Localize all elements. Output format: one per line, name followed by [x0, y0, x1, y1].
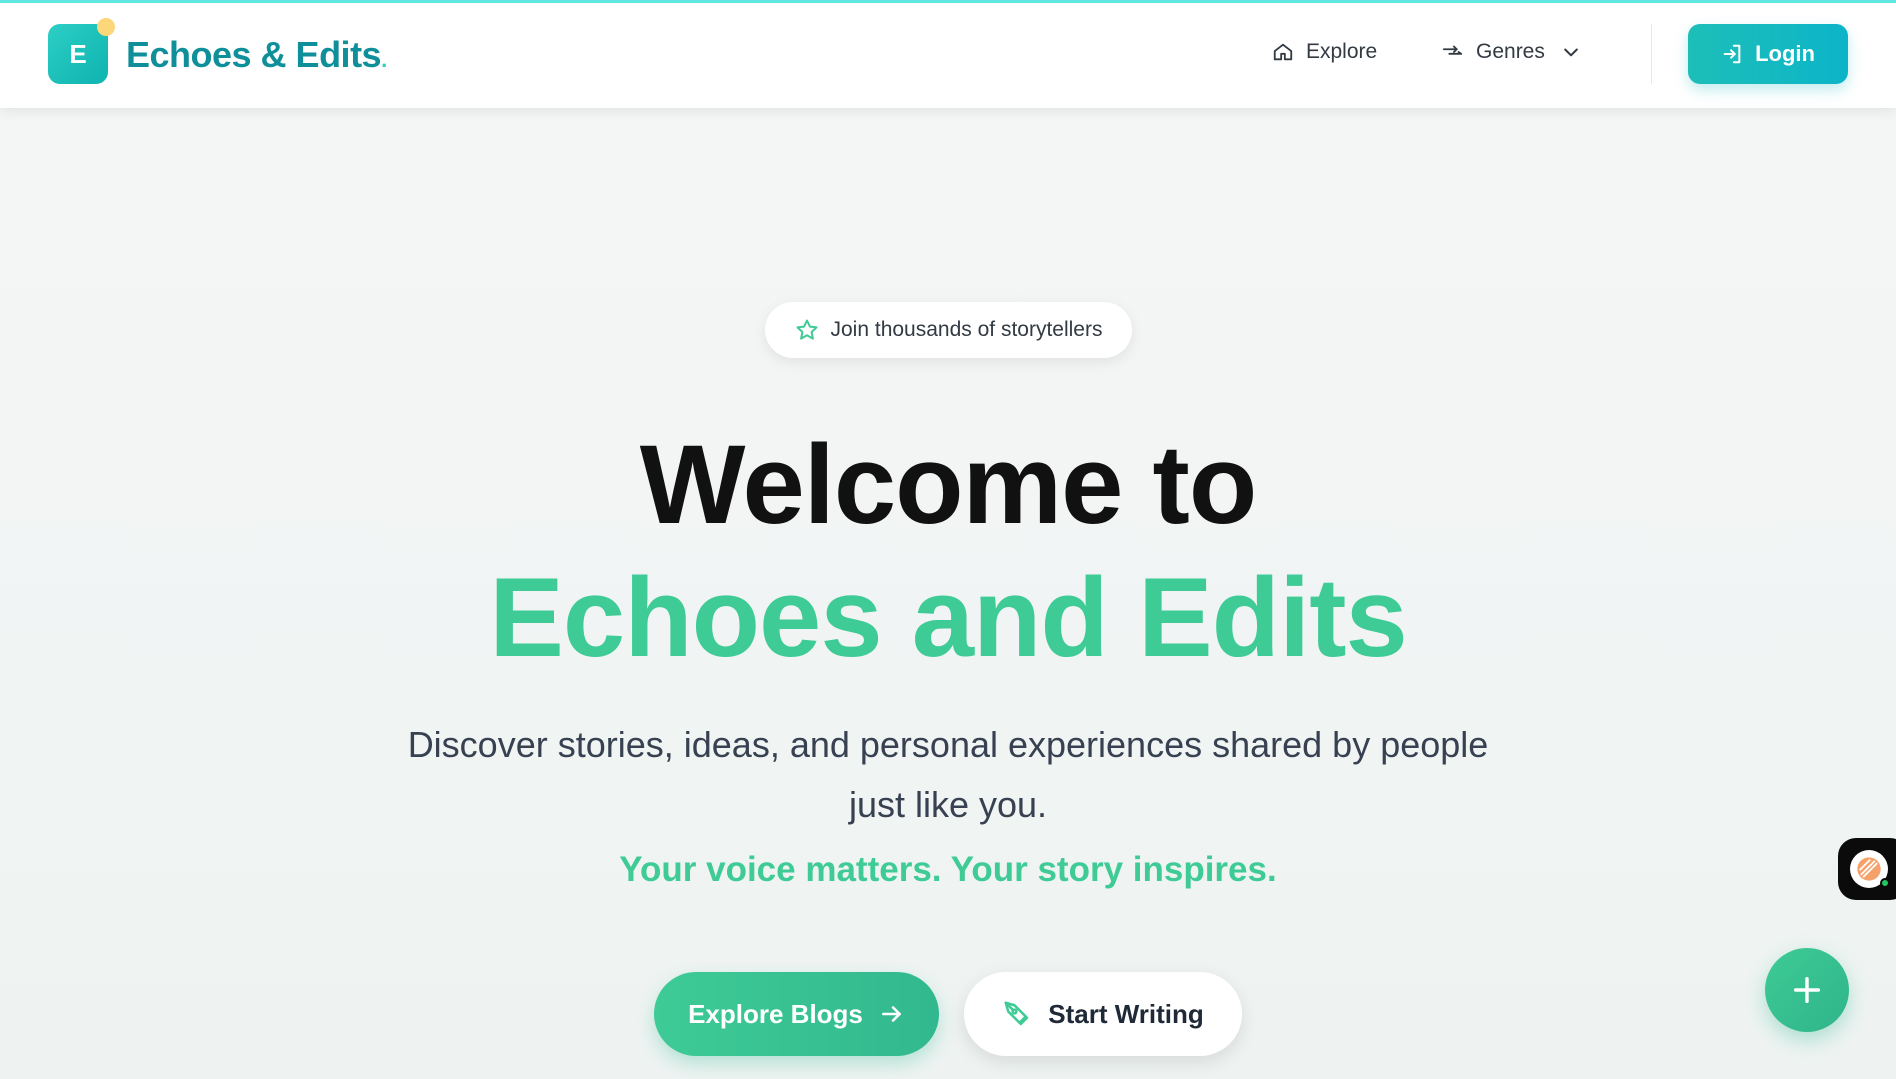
arrow-right-icon: [881, 1006, 901, 1022]
community-badge: Join thousands of storytellers: [765, 302, 1132, 358]
plus-icon: [1793, 976, 1821, 1004]
logo-dot-decoration: [97, 18, 115, 36]
chat-widget-tab[interactable]: [1838, 838, 1896, 900]
navbar: E Echoes & Edits. Explore Genres Login: [0, 0, 1896, 108]
brand-name[interactable]: Echoes & Edits.: [126, 34, 387, 76]
pen-icon: [1004, 1001, 1029, 1026]
create-post-fab[interactable]: [1765, 948, 1849, 1032]
home-icon: [1273, 43, 1293, 61]
hero-title-line1: Welcome to: [639, 422, 1258, 547]
login-label: Login: [1755, 41, 1815, 66]
community-badge-label: Join thousands of storytellers: [830, 318, 1103, 341]
chevron-down-icon: [1564, 48, 1578, 57]
start-writing-button[interactable]: Start Writing: [964, 972, 1242, 1056]
brand-name-text: Echoes & Edits: [126, 34, 382, 75]
online-status-dot: [1880, 878, 1890, 888]
login-button[interactable]: Login: [1688, 24, 1848, 84]
hero-tagline: Your voice matters. Your story inspires.: [619, 850, 1277, 889]
nav-explore-label: Explore: [1306, 40, 1378, 63]
star-icon: [796, 319, 817, 340]
nav-genres[interactable]: Genres: [1442, 40, 1581, 64]
logo-letter: E: [69, 38, 87, 69]
nav-genres-label: Genres: [1476, 40, 1545, 63]
chat-widget-icon: [1850, 850, 1890, 888]
genres-icon: [1442, 45, 1463, 55]
start-writing-label: Start Writing: [1048, 998, 1204, 1029]
login-icon: [1723, 44, 1741, 64]
widget-pattern-icon: [1857, 857, 1881, 881]
top-accent-line: [0, 0, 1896, 3]
nav-explore[interactable]: Explore: [1272, 40, 1377, 64]
hero-title-line2: Echoes and Edits: [489, 555, 1408, 680]
hero-subtitle: Discover stories, ideas, and personal ex…: [407, 724, 1489, 825]
explore-blogs-label: Explore Blogs: [688, 998, 863, 1029]
explore-blogs-button[interactable]: Explore Blogs: [654, 972, 939, 1056]
nav-divider: [1651, 24, 1652, 84]
brand-name-dot: .: [381, 47, 387, 72]
